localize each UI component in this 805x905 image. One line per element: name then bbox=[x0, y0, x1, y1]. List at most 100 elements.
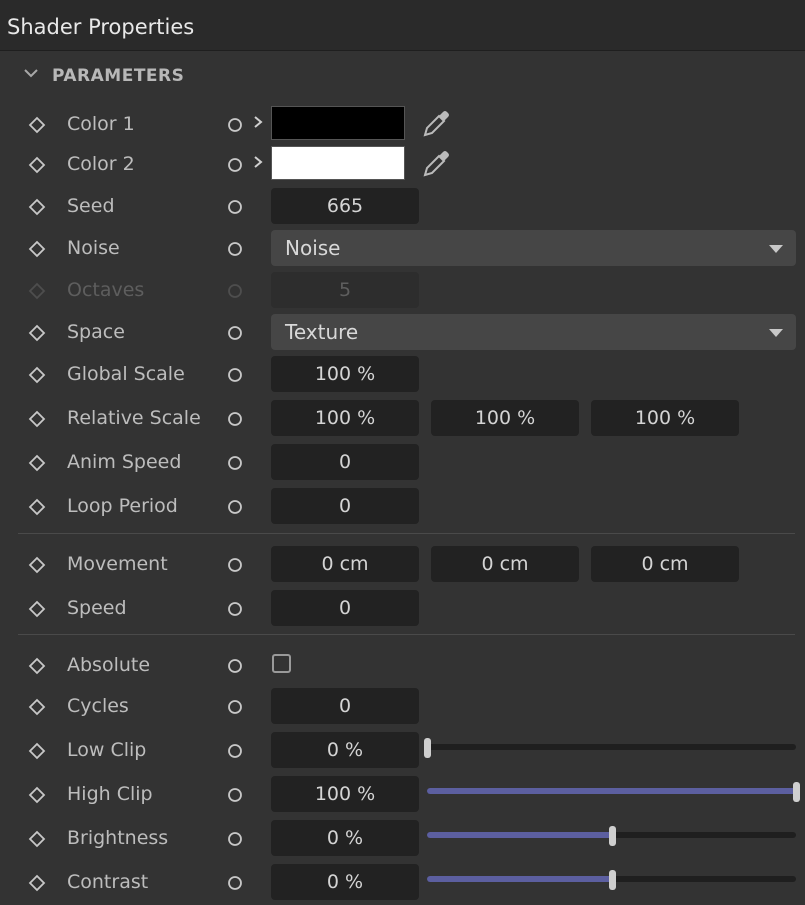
keyframe-diamond-icon[interactable] bbox=[28, 324, 46, 342]
row-global-scale: Global Scale 100 % bbox=[0, 356, 805, 392]
slider-handle[interactable] bbox=[793, 782, 800, 802]
animate-circle-icon[interactable] bbox=[227, 411, 243, 427]
animate-circle-icon[interactable] bbox=[227, 601, 243, 617]
row-movement: Movement 0 cm 0 cm 0 cm bbox=[0, 546, 805, 582]
row-color-2: Color 2 bbox=[0, 146, 805, 182]
keyframe-diamond-icon[interactable] bbox=[28, 366, 46, 384]
animate-circle-icon[interactable] bbox=[227, 455, 243, 471]
contrast-slider[interactable] bbox=[427, 870, 796, 890]
animate-circle-icon[interactable] bbox=[227, 199, 243, 215]
slider-fill bbox=[427, 876, 612, 882]
color-1-swatch[interactable] bbox=[271, 106, 405, 140]
row-speed: Speed 0 bbox=[0, 590, 805, 626]
color-2-swatch[interactable] bbox=[271, 146, 405, 180]
keyframe-diamond-icon bbox=[28, 282, 46, 300]
keyframe-diamond-icon[interactable] bbox=[28, 156, 46, 174]
animate-circle-icon[interactable] bbox=[227, 787, 243, 803]
absolute-checkbox[interactable] bbox=[272, 654, 291, 673]
high-clip-field[interactable]: 100 % bbox=[271, 776, 419, 812]
param-label: Contrast bbox=[67, 871, 149, 893]
movement-y-field[interactable]: 0 cm bbox=[431, 546, 579, 582]
param-label: Color 1 bbox=[67, 113, 135, 135]
low-clip-field[interactable]: 0 % bbox=[271, 732, 419, 768]
keyframe-diamond-icon[interactable] bbox=[28, 874, 46, 892]
keyframe-diamond-icon[interactable] bbox=[28, 410, 46, 428]
speed-field[interactable]: 0 bbox=[271, 590, 419, 626]
keyframe-diamond-icon[interactable] bbox=[28, 698, 46, 716]
brightness-slider[interactable] bbox=[427, 826, 796, 846]
row-contrast: Contrast 0 % bbox=[0, 864, 805, 900]
low-clip-slider[interactable] bbox=[424, 738, 796, 758]
space-dropdown[interactable]: Texture bbox=[271, 314, 796, 350]
animate-circle-icon[interactable] bbox=[227, 367, 243, 383]
slider-handle[interactable] bbox=[424, 738, 431, 758]
triangle-down-icon bbox=[769, 329, 783, 337]
keyframe-diamond-icon[interactable] bbox=[28, 240, 46, 258]
section-title: PARAMETERS bbox=[52, 66, 185, 86]
animate-circle-icon[interactable] bbox=[227, 875, 243, 891]
row-seed: Seed 665 bbox=[0, 188, 805, 224]
row-space: Space Texture bbox=[0, 314, 805, 350]
section-header-parameters[interactable]: PARAMETERS bbox=[22, 60, 802, 90]
animate-circle-icon[interactable] bbox=[227, 831, 243, 847]
animate-circle-icon[interactable] bbox=[227, 241, 243, 257]
keyframe-diamond-icon[interactable] bbox=[28, 498, 46, 516]
loop-period-field[interactable]: 0 bbox=[271, 488, 419, 524]
contrast-field[interactable]: 0 % bbox=[271, 864, 419, 900]
relative-scale-x-field[interactable]: 100 % bbox=[271, 400, 419, 436]
slider-handle[interactable] bbox=[608, 870, 616, 890]
param-label: Anim Speed bbox=[67, 451, 182, 473]
slider-fill bbox=[427, 788, 796, 794]
param-label: Noise bbox=[67, 237, 120, 259]
row-low-clip: Low Clip 0 % bbox=[0, 732, 805, 768]
param-label: Cycles bbox=[67, 695, 129, 717]
animate-circle-icon[interactable] bbox=[227, 557, 243, 573]
octaves-field: 5 bbox=[271, 272, 419, 308]
animate-circle-icon[interactable] bbox=[227, 658, 243, 674]
brightness-field[interactable]: 0 % bbox=[271, 820, 419, 856]
eyedropper-icon[interactable] bbox=[420, 148, 452, 180]
noise-dropdown[interactable]: Noise bbox=[271, 230, 796, 266]
animate-circle-icon[interactable] bbox=[227, 743, 243, 759]
chevron-right-icon[interactable] bbox=[252, 115, 264, 129]
keyframe-diamond-icon[interactable] bbox=[28, 657, 46, 675]
space-selected-value: Texture bbox=[285, 320, 359, 344]
seed-field[interactable]: 665 bbox=[271, 188, 419, 224]
param-label: Space bbox=[67, 321, 125, 343]
cycles-field[interactable]: 0 bbox=[271, 688, 419, 724]
eyedropper-icon[interactable] bbox=[420, 108, 452, 140]
keyframe-diamond-icon[interactable] bbox=[28, 556, 46, 574]
animate-circle-icon[interactable] bbox=[227, 117, 243, 133]
param-label: Absolute bbox=[67, 654, 151, 676]
row-color-1: Color 1 bbox=[0, 106, 805, 142]
animate-circle-icon[interactable] bbox=[227, 699, 243, 715]
param-label: High Clip bbox=[67, 783, 153, 805]
keyframe-diamond-icon[interactable] bbox=[28, 830, 46, 848]
keyframe-diamond-icon[interactable] bbox=[28, 786, 46, 804]
movement-z-field[interactable]: 0 cm bbox=[591, 546, 739, 582]
chevron-down-icon[interactable] bbox=[22, 64, 40, 82]
keyframe-diamond-icon[interactable] bbox=[28, 116, 46, 134]
relative-scale-y-field[interactable]: 100 % bbox=[431, 400, 579, 436]
chevron-right-icon[interactable] bbox=[252, 155, 264, 169]
animate-circle-icon[interactable] bbox=[227, 499, 243, 515]
row-cycles: Cycles 0 bbox=[0, 688, 805, 724]
panel-titlebar: Shader Properties bbox=[0, 0, 805, 51]
param-label: Relative Scale bbox=[67, 407, 201, 429]
keyframe-diamond-icon[interactable] bbox=[28, 454, 46, 472]
relative-scale-z-field[interactable]: 100 % bbox=[591, 400, 739, 436]
animate-circle-icon[interactable] bbox=[227, 157, 243, 173]
row-anim-speed: Anim Speed 0 bbox=[0, 444, 805, 480]
anim-speed-field[interactable]: 0 bbox=[271, 444, 419, 480]
param-label: Seed bbox=[67, 195, 115, 217]
keyframe-diamond-icon[interactable] bbox=[28, 742, 46, 760]
slider-handle[interactable] bbox=[608, 826, 616, 846]
keyframe-diamond-icon[interactable] bbox=[28, 198, 46, 216]
global-scale-field[interactable]: 100 % bbox=[271, 356, 419, 392]
high-clip-slider[interactable] bbox=[427, 782, 800, 802]
param-label: Brightness bbox=[67, 827, 169, 849]
keyframe-diamond-icon[interactable] bbox=[28, 600, 46, 618]
param-label: Loop Period bbox=[67, 495, 178, 517]
animate-circle-icon[interactable] bbox=[227, 325, 243, 341]
movement-x-field[interactable]: 0 cm bbox=[271, 546, 419, 582]
